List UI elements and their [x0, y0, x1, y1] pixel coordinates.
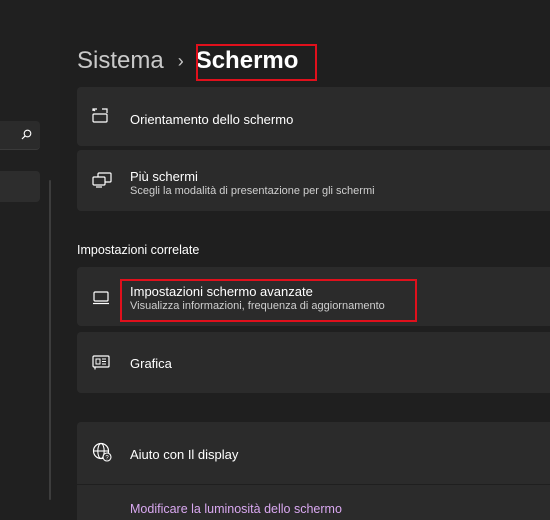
sidebar-selected-item[interactable]: [0, 171, 40, 202]
multiple-displays-title: Più schermi: [130, 169, 198, 184]
breadcrumb-separator: ›: [177, 50, 184, 71]
multiple-displays-icon: [92, 172, 112, 188]
search-icon: [21, 129, 32, 140]
graphics-title: Grafica: [130, 356, 172, 371]
related-settings-heading: Impostazioni correlate: [77, 243, 200, 257]
help-divider: [77, 484, 550, 485]
orientation-card[interactable]: Orientamento dello schermo: [77, 87, 550, 146]
monitor-icon: [93, 291, 109, 305]
breadcrumb-parent[interactable]: Sistema: [77, 47, 164, 75]
globe-help-icon: ?: [92, 442, 112, 462]
graphics-card[interactable]: Grafica: [77, 332, 550, 393]
search-input[interactable]: [0, 121, 40, 150]
sidebar-scrollbar[interactable]: [49, 180, 51, 500]
screen-rotation-icon: [92, 108, 108, 123]
page-title-highlight: [196, 44, 317, 81]
multiple-displays-subtitle: Scegli la modalità di presentazione per …: [130, 185, 375, 197]
multiple-displays-card[interactable]: Più schermi Scegli la modalità di presen…: [77, 150, 550, 211]
help-card: ? Aiuto con Il display Modificare la lum…: [77, 422, 550, 520]
graphics-card-icon: [92, 355, 110, 370]
navigation-sidebar: [0, 0, 60, 520]
advanced-display-highlight: [120, 279, 417, 322]
orientation-title: Orientamento dello schermo: [130, 112, 294, 127]
brightness-help-link[interactable]: Modificare la luminosità dello schermo: [130, 502, 342, 516]
help-title[interactable]: Aiuto con Il display: [130, 447, 238, 462]
